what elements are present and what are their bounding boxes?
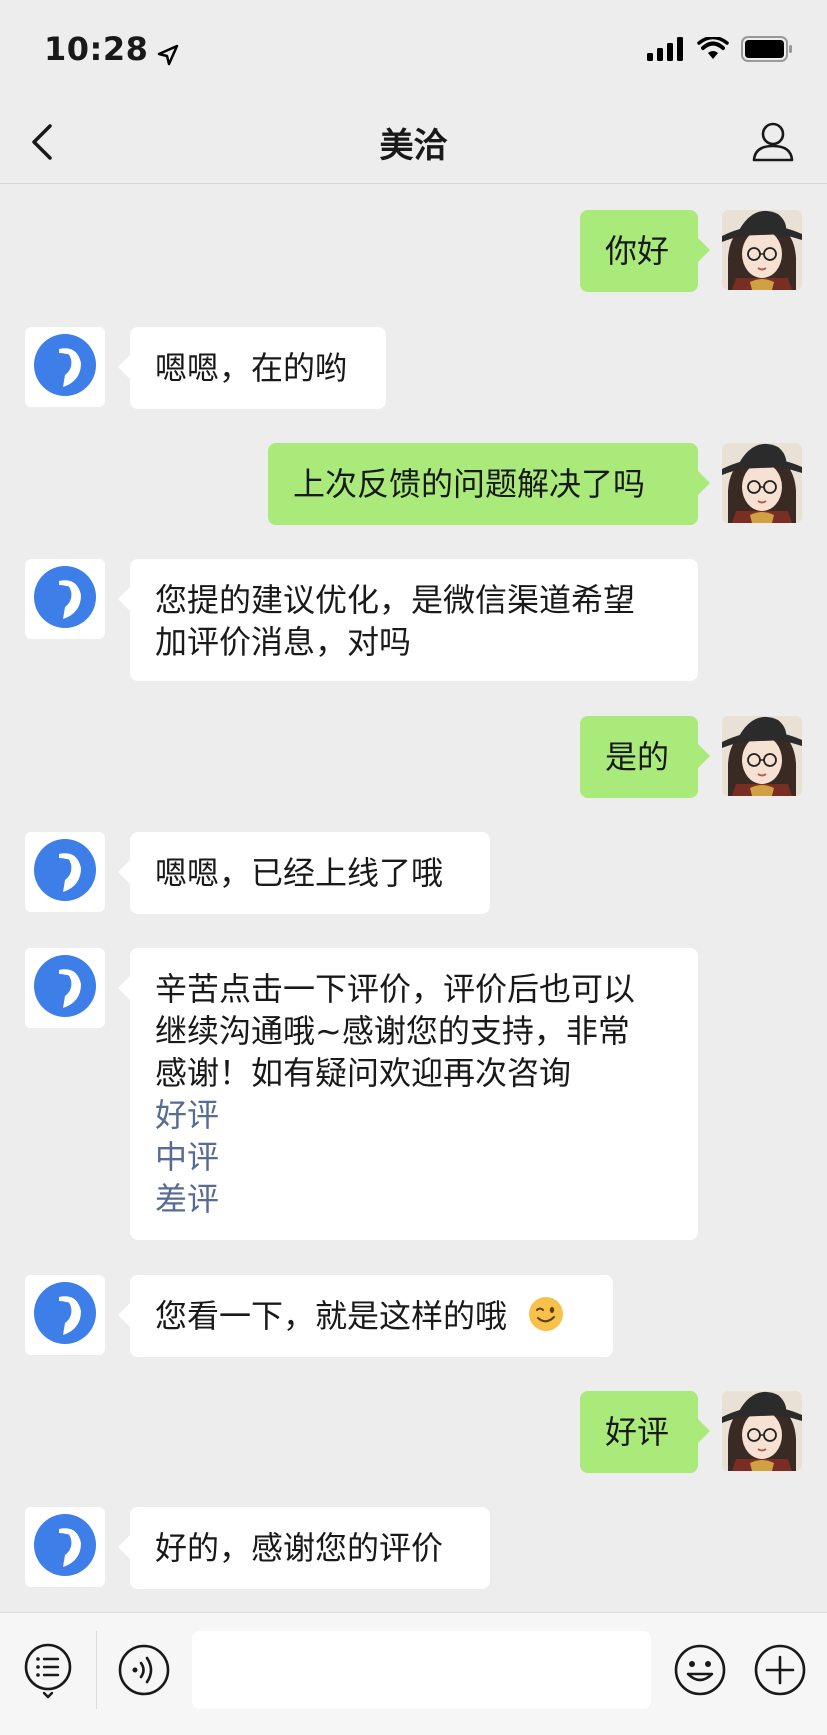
message-text-line: 加评价消息，对吗 [155,623,412,661]
rating-link-bad[interactable]: 差评 [155,1178,673,1220]
plus-icon [754,1644,806,1696]
agent-avatar[interactable] [25,559,105,639]
emoji-button[interactable] [672,1642,728,1698]
chat-title: 美洽 [379,126,448,166]
voice-icon [118,1644,170,1696]
user-avatar[interactable] [722,443,802,523]
menu-list-icon [24,1643,72,1699]
agent-avatar[interactable] [25,1507,105,1587]
chat-header: 美洽 [0,100,827,184]
location-arrow-icon [156,37,180,66]
voice-button[interactable] [116,1642,172,1698]
user-avatar[interactable] [722,210,802,290]
received-message[interactable]: 嗯嗯，已经上线了哦 [118,832,490,914]
received-message[interactable]: 您提的建议优化，是微信渠道希望 加评价消息，对吗 [118,559,698,681]
received-message[interactable]: 好的，感谢您的评价 [118,1507,490,1589]
sent-message[interactable]: 上次反馈的问题解决了吗 [268,443,710,525]
message-text: 你好 [605,232,670,270]
agent-avatar[interactable] [25,1275,105,1355]
sent-message[interactable]: 你好 [580,210,710,292]
plus-button[interactable] [752,1642,808,1698]
message-text: 是的 [605,738,670,776]
input-divider [96,1631,97,1709]
message-text: 嗯嗯，在的哟 [155,349,348,387]
message-text: 您看一下，就是这样的哦 [155,1297,508,1335]
message-text: 嗯嗯，已经上线了哦 [155,854,444,892]
message-text-line: 继续沟通哦~感谢您的支持，非常 [155,1012,630,1050]
agent-avatar[interactable] [25,327,105,407]
sent-message[interactable]: 是的 [580,716,710,798]
rating-link-neutral[interactable]: 中评 [155,1136,673,1178]
menu-list-button[interactable] [22,1641,78,1699]
message-text-line: 辛苦点击一下评价，评价后也可以 [155,970,636,1008]
status-time-text: 10:28 [44,30,149,68]
message-input[interactable] [192,1631,651,1709]
battery-icon [741,36,793,66]
message-text: 好的，感谢您的评价 [155,1529,444,1567]
message-text-line: 感谢！如有疑问欢迎再次咨询 [155,1054,572,1092]
status-indicators [647,35,793,66]
chat-info-button[interactable] [751,118,795,166]
rating-link-good[interactable]: 好评 [155,1094,673,1136]
message-text: 好评 [605,1413,670,1451]
sent-message[interactable]: 好评 [580,1391,710,1473]
emoji-icon [674,1644,726,1696]
wifi-icon [697,35,729,65]
status-time: 10:28 [44,30,180,68]
received-message[interactable]: 辛苦点击一下评价，评价后也可以 继续沟通哦~感谢您的支持，非常 感谢！如有疑问欢… [118,948,698,1240]
profile-icon [752,122,794,162]
status-bar: 10:28 [0,0,827,100]
user-avatar[interactable] [722,1391,802,1471]
input-bar [0,1612,827,1735]
signal-icon [647,37,685,65]
received-message[interactable]: 您看一下，就是这样的哦 [118,1275,613,1357]
message-text-line: 您提的建议优化，是微信渠道希望 [155,581,636,619]
received-message[interactable]: 嗯嗯，在的哟 [118,327,386,409]
wink-emoji-icon [527,1295,565,1343]
agent-avatar[interactable] [25,832,105,912]
user-avatar[interactable] [722,716,802,796]
message-text: 上次反馈的问题解决了吗 [293,465,646,503]
agent-avatar[interactable] [25,948,105,1028]
